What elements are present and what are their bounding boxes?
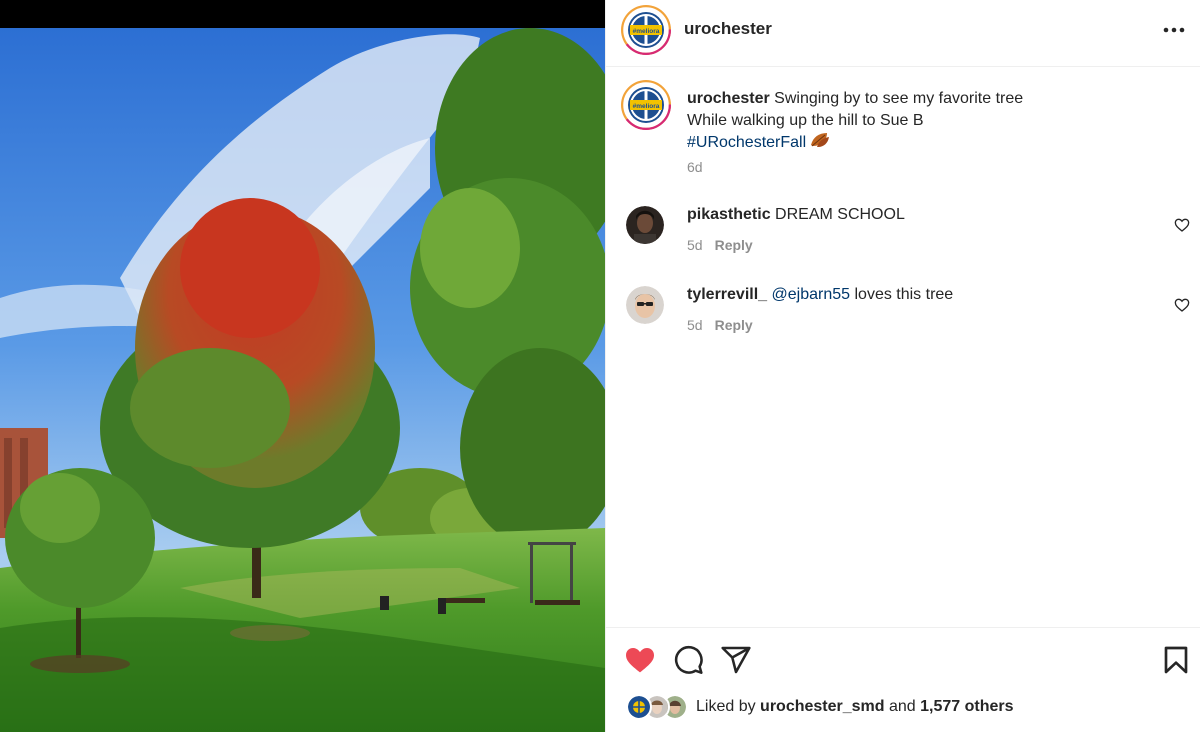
liker-avatar[interactable] [626, 694, 652, 720]
more-options-button[interactable] [1161, 18, 1187, 42]
likes-joiner: and [889, 698, 916, 715]
post-header: #meliora urochester [606, 0, 1200, 67]
avatar-badge-text: #meliora [633, 28, 660, 35]
comment-mention[interactable]: @ejbarn55 [772, 286, 851, 303]
commenter-avatar[interactable] [626, 286, 664, 324]
post-photo-pane [0, 0, 605, 732]
caption-author-avatar[interactable]: #meliora [621, 80, 671, 130]
comment-timestamp[interactable]: 5d [687, 317, 703, 333]
caption-avatar-badge-text: #meliora [633, 103, 660, 110]
caption-text: urochester Swinging by to see my favorit… [687, 88, 1157, 154]
caption-line-1: Swinging by to see my favorite tree [774, 90, 1024, 107]
more-horizontal-icon [1163, 27, 1185, 33]
caption-hashtag[interactable]: #URochesterFall [687, 134, 806, 151]
heart-filled-icon [626, 648, 654, 673]
likes-text: Liked by urochester_smd and 1,577 others [696, 698, 1014, 716]
commenter-avatar[interactable] [626, 206, 664, 244]
likes-prefix: Liked by [696, 698, 756, 715]
comment-body: loves this tree [854, 286, 954, 303]
comment-username[interactable]: tylerrevill_ [687, 286, 767, 303]
comment-text: pikasthetic DREAM SCHOOL [687, 206, 905, 224]
reply-button[interactable]: Reply [715, 317, 753, 333]
heart-outline-icon[interactable] [1174, 217, 1190, 233]
likes-summary: Liked by urochester_smd and 1,577 others [626, 694, 1186, 722]
comment-meta: 5d Reply [687, 317, 753, 333]
comment-text: tylerrevill_ @ejbarn55 loves this tree [687, 286, 953, 304]
caption-username[interactable]: urochester [687, 90, 770, 107]
post-photo[interactable] [0, 28, 605, 732]
comment-item: pikasthetic DREAM SCHOOL 5d Reply [606, 206, 1200, 266]
like-button[interactable] [624, 644, 656, 676]
post-detail-panel: #meliora urochester #meliora urochester … [605, 0, 1200, 732]
likes-others-link[interactable]: 1,577 others [920, 698, 1013, 715]
fallen-leaf-icon [811, 133, 830, 147]
reply-button[interactable]: Reply [715, 237, 753, 253]
comment-timestamp[interactable]: 5d [687, 237, 703, 253]
paper-plane-icon [721, 646, 751, 674]
comment-body: DREAM SCHOOL [775, 206, 905, 223]
comment-meta: 5d Reply [687, 237, 753, 253]
caption-line-2: While walking up the hill to Sue B [687, 111, 924, 129]
bookmark-icon [1164, 646, 1188, 674]
save-button[interactable] [1160, 644, 1192, 676]
caption-timestamp[interactable]: 6d [687, 159, 703, 175]
post-actions-bar: Liked by urochester_smd and 1,577 others [606, 627, 1200, 732]
share-button[interactable] [720, 644, 752, 676]
comment-bubble-icon [674, 645, 703, 674]
comment-item: tylerrevill_ @ejbarn55 loves this tree 5… [606, 286, 1200, 346]
author-username[interactable]: urochester [684, 19, 772, 39]
liker-username[interactable]: urochester_smd [760, 698, 885, 715]
comment-username[interactable]: pikasthetic [687, 206, 771, 223]
heart-outline-icon[interactable] [1174, 297, 1190, 313]
author-avatar[interactable]: #meliora [621, 5, 671, 55]
comment-button[interactable] [672, 644, 704, 676]
